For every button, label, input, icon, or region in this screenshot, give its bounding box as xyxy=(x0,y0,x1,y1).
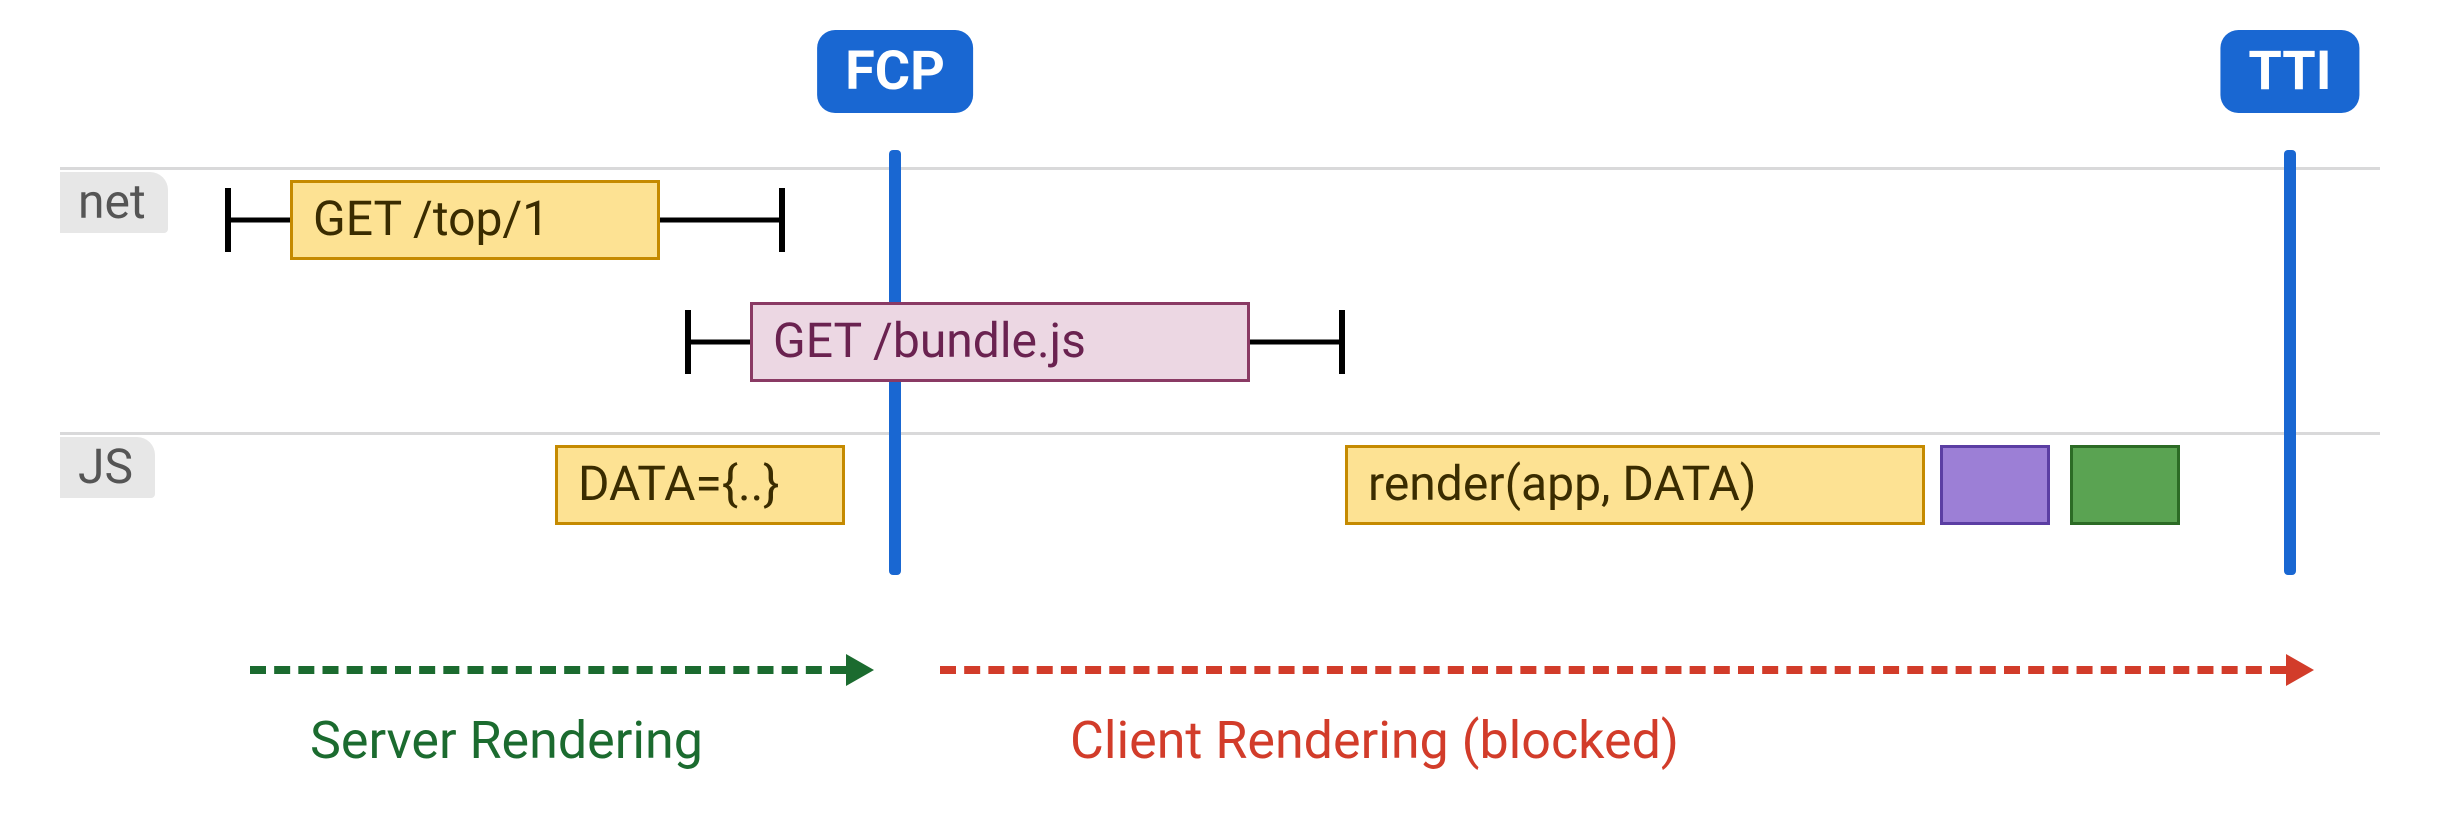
marker-tag-tti: TTI xyxy=(2220,30,2359,113)
js-render-bar: render(app, DATA) xyxy=(1345,445,1925,525)
phase-label-client: Client Rendering (blocked) xyxy=(1070,710,1679,771)
marker-line-tti xyxy=(2284,150,2296,575)
net-connect-whisker-0 xyxy=(225,188,290,252)
net-connect-whisker-1 xyxy=(685,310,750,374)
js-data-bar: DATA={..} xyxy=(555,445,845,525)
track-line-js xyxy=(60,432,2380,435)
track-line-net xyxy=(60,167,2380,170)
track-label-js: JS xyxy=(60,437,155,498)
net-wait-whisker-0 xyxy=(660,188,785,252)
net-request-bar-1: GET /bundle.js xyxy=(750,302,1250,382)
marker-tag-fcp: FCP xyxy=(817,30,973,113)
net-request-bar-0: GET /top/1 xyxy=(290,180,660,260)
phase-label-server: Server Rendering xyxy=(310,710,703,771)
js-task-block-purple xyxy=(1940,445,2050,525)
timeline-diagram: net JS FCP TTI GET /top/1 GET /bundle.js… xyxy=(0,0,2440,824)
track-label-net: net xyxy=(60,172,168,233)
js-task-block-green xyxy=(2070,445,2180,525)
net-wait-whisker-1 xyxy=(1250,310,1345,374)
